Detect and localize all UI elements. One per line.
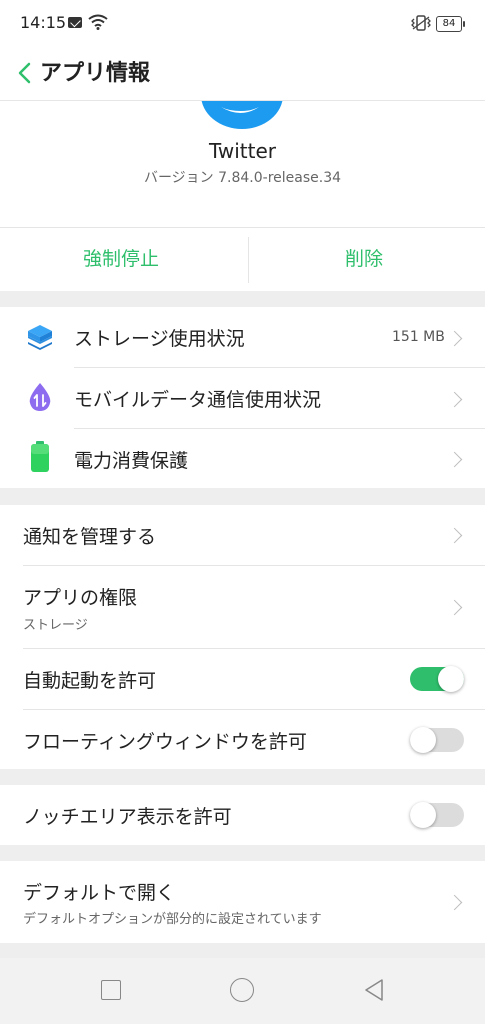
app-info-card: Twitter バージョン 7.84.0-release.34 強制停止 削除 <box>0 101 485 291</box>
mobile-data-drop-icon <box>29 383 51 411</box>
default-open-sub: デフォルトオプションが部分的に設定されています <box>23 912 322 927</box>
default-open-label: デフォルトで開く <box>23 882 176 904</box>
force-stop-button[interactable]: 強制停止 <box>0 228 242 291</box>
usage-section: ストレージ使用状況 151 MB モバイルデータ通信使用状況 電力消費保護 <box>0 307 485 488</box>
auto-start-row: 自動起動を許可 <box>0 649 485 709</box>
chevron-right-icon <box>446 527 463 544</box>
status-bar: 14:15 84 <box>0 0 485 46</box>
notch-area-row: ノッチエリア表示を許可 <box>0 785 485 845</box>
manage-notifications-row[interactable]: 通知を管理する <box>0 505 485 565</box>
status-time: 14:15 <box>20 13 67 32</box>
floating-window-toggle[interactable] <box>410 727 464 753</box>
chevron-right-icon <box>446 894 463 911</box>
delete-button[interactable]: 削除 <box>243 228 485 291</box>
chevron-right-icon <box>446 330 463 347</box>
floating-window-row: フローティングウィンドウを許可 <box>0 710 485 769</box>
manage-notifications-label: 通知を管理する <box>23 526 157 548</box>
back-arrow-icon[interactable] <box>12 60 38 86</box>
nav-back-icon[interactable] <box>362 978 386 1002</box>
system-nav-bar <box>0 958 485 1024</box>
power-protection-label: 電力消費保護 <box>74 450 189 472</box>
app-bar: アプリ情報 <box>0 46 485 101</box>
mobile-data-usage-label: モバイルデータ通信使用状況 <box>74 389 322 411</box>
chevron-right-icon <box>446 391 463 408</box>
storage-usage-row[interactable]: ストレージ使用状況 151 MB <box>0 307 485 367</box>
power-protection-row[interactable]: 電力消費保護 <box>0 429 485 488</box>
mobile-data-usage-row[interactable]: モバイルデータ通信使用状況 <box>0 368 485 428</box>
storage-stack-icon <box>28 325 52 350</box>
twitter-app-icon <box>201 101 283 129</box>
app-permissions-sub: ストレージ <box>23 618 88 633</box>
app-version: バージョン 7.84.0-release.34 <box>143 170 342 186</box>
default-open-section: デフォルトで開く デフォルトオプションが部分的に設定されています <box>0 861 485 943</box>
floating-window-label: フローティングウィンドウを許可 <box>23 731 307 753</box>
chevron-right-icon <box>446 451 463 468</box>
auto-start-toggle[interactable] <box>410 666 464 692</box>
mail-notification-icon <box>68 17 82 28</box>
storage-usage-value: 151 MB <box>392 329 445 345</box>
battery-icon: 84 <box>436 16 465 32</box>
default-open-row[interactable]: デフォルトで開く デフォルトオプションが部分的に設定されています <box>0 861 485 943</box>
notch-area-label: ノッチエリア表示を許可 <box>23 806 232 828</box>
auto-start-label: 自動起動を許可 <box>23 670 157 692</box>
home-icon[interactable] <box>230 978 254 1002</box>
settings-section: 通知を管理する アプリの権限 ストレージ 自動起動を許可 フローティングウィンド… <box>0 505 485 769</box>
notch-area-toggle[interactable] <box>410 802 464 828</box>
app-permissions-label: アプリの権限 <box>23 587 138 609</box>
wifi-icon <box>88 14 108 30</box>
battery-green-icon <box>31 441 49 472</box>
app-name: Twitter <box>208 139 277 163</box>
app-permissions-row[interactable]: アプリの権限 ストレージ <box>0 566 485 648</box>
notch-section: ノッチエリア表示を許可 <box>0 785 485 845</box>
recent-apps-icon[interactable] <box>101 980 121 1000</box>
vibrate-icon <box>411 15 431 31</box>
chevron-right-icon <box>446 599 463 616</box>
page-title: アプリ情報 <box>40 61 151 86</box>
storage-usage-label: ストレージ使用状況 <box>74 328 245 350</box>
